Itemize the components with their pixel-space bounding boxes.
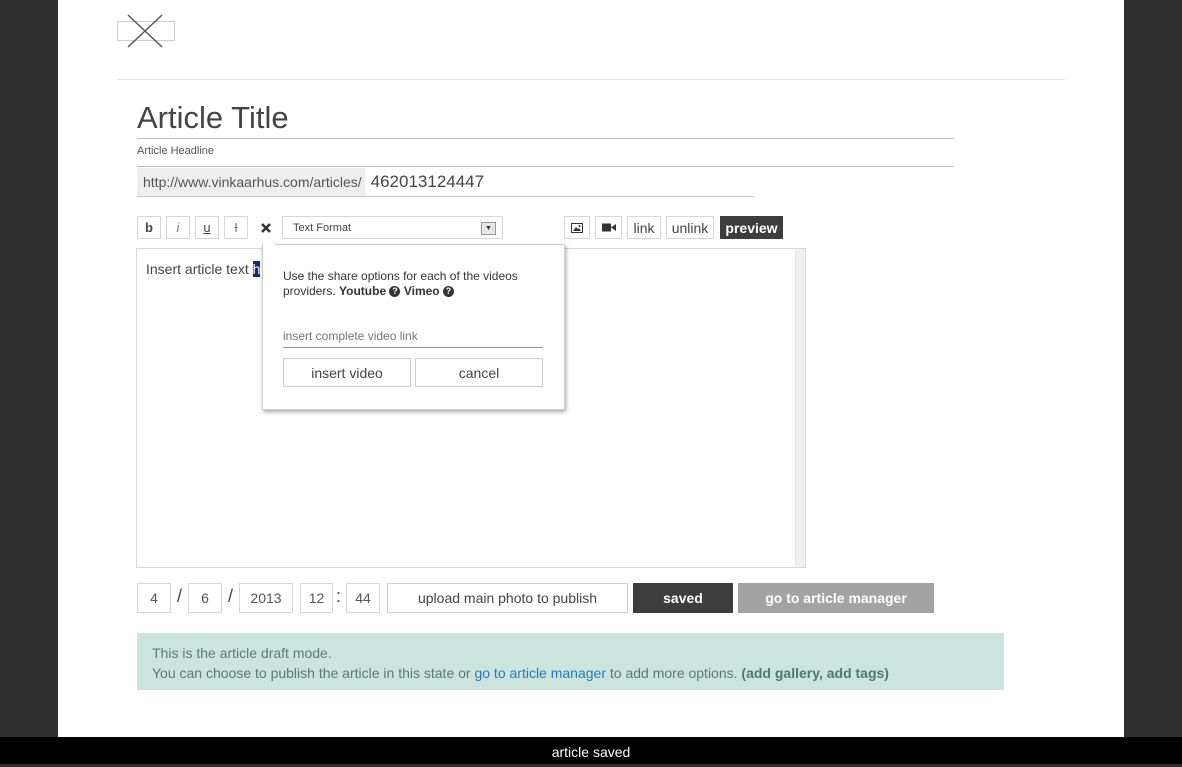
cancel-button[interactable]: cancel <box>415 358 543 387</box>
logo-x-icon <box>127 14 163 48</box>
vimeo-label: Vimeo <box>403 284 440 298</box>
editor-content: Insert article text h <box>146 261 261 277</box>
popup-caret <box>263 238 275 245</box>
insert-video-confirm-button[interactable]: insert video <box>283 358 411 387</box>
vimeo-help-icon[interactable]: ? <box>442 286 454 298</box>
status-message: article saved <box>0 737 1182 764</box>
youtube-help-icon[interactable]: ? <box>389 286 401 298</box>
video-popup-text: Use the share options for each of the vi… <box>283 269 518 298</box>
article-headline-input[interactable]: Article Headline <box>137 145 954 167</box>
info-line-2: You can choose to publish the article in… <box>152 663 989 683</box>
info-options: (add gallery, add tags) <box>741 665 889 681</box>
clear-format-button[interactable] <box>253 216 278 239</box>
upload-photo-button[interactable]: upload main photo to publish <box>387 583 628 613</box>
article-title-input[interactable]: Article Title <box>137 98 954 139</box>
info-text: You can choose to publish the article in… <box>152 665 475 681</box>
image-icon <box>571 222 583 233</box>
url-prefix: http://www.vinkaarhus.com/articles/ <box>143 174 362 190</box>
video-link-input[interactable] <box>283 324 543 348</box>
italic-button[interactable]: i <box>166 216 190 239</box>
date-separator: / <box>177 586 183 606</box>
preview-button[interactable]: preview <box>720 216 783 239</box>
minute-field[interactable]: 44 <box>346 583 380 613</box>
link-button[interactable]: link <box>627 216 661 239</box>
insert-video-popup: Use the share options for each of the vi… <box>262 238 565 410</box>
video-popup-message: Use the share options for each of the vi… <box>283 269 543 299</box>
day-field[interactable]: 6 <box>188 583 222 613</box>
logo[interactable] <box>117 14 175 48</box>
time-separator: : <box>336 586 342 606</box>
info-text: to add more options. <box>606 665 742 681</box>
date-separator: / <box>228 586 234 606</box>
editor-text: Insert article text <box>146 261 253 277</box>
text-format-value: Text Format <box>293 222 352 234</box>
saved-button[interactable]: saved <box>633 583 733 613</box>
text-format-select[interactable]: Text Format ▼ <box>282 216 503 239</box>
editor-page: Article Title Article Headline http://ww… <box>58 0 1124 737</box>
youtube-label: Youtube <box>339 284 387 298</box>
month-field[interactable]: 4 <box>137 583 171 613</box>
editor-scrollbar[interactable] <box>795 249 805 567</box>
editor-toolbar: b i u I Text Format ▼ link unlink previe… <box>137 216 837 241</box>
strikethrough-button[interactable]: I <box>224 216 248 239</box>
underline-button[interactable]: u <box>195 216 219 239</box>
article-url-row: http://www.vinkaarhus.com/articles/ 4620… <box>137 168 754 197</box>
header-divider <box>117 79 1065 80</box>
hour-field[interactable]: 12 <box>300 583 333 613</box>
close-icon <box>260 222 271 233</box>
editor-selection: h <box>252 261 261 277</box>
bold-button[interactable]: b <box>137 216 161 239</box>
draft-info-box: This is the article draft mode. You can … <box>137 633 1004 690</box>
article-manager-button[interactable]: go to article manager <box>738 583 934 613</box>
unlink-button[interactable]: unlink <box>666 216 714 239</box>
article-manager-link[interactable]: go to article manager <box>474 665 606 681</box>
insert-video-button[interactable] <box>595 216 622 239</box>
year-field[interactable]: 2013 <box>239 583 293 613</box>
video-icon <box>601 223 616 232</box>
insert-image-button[interactable] <box>564 216 590 239</box>
chevron-down-icon: ▼ <box>481 222 496 235</box>
info-line-1: This is the article draft mode. <box>152 645 332 661</box>
url-slug-input[interactable]: 462013124447 <box>364 168 754 196</box>
